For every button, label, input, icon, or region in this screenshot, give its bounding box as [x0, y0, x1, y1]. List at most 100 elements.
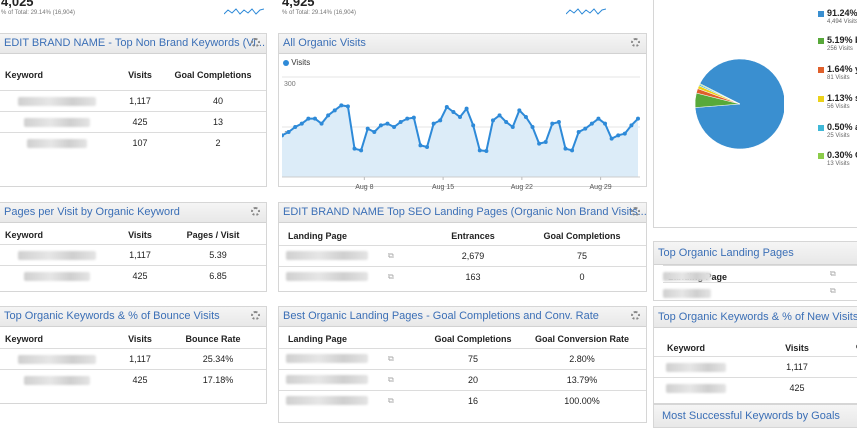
data-point[interactable] [392, 125, 397, 129]
pie-legend-item[interactable]: 1.13% s 56 Visits [818, 93, 857, 110]
data-point[interactable] [464, 106, 469, 111]
data-point[interactable] [537, 141, 542, 146]
data-point[interactable] [530, 125, 535, 129]
column-header-entrances[interactable]: Entrances [428, 227, 518, 245]
widget-new-visits-title[interactable]: Top Organic Keywords & % of New Visits [654, 307, 857, 328]
column-header-goal-completions[interactable]: Goal Completions [518, 227, 646, 245]
data-point[interactable] [550, 121, 555, 126]
table-row[interactable]: 1,117 [654, 355, 857, 377]
data-point[interactable] [543, 140, 548, 144]
data-point[interactable] [629, 123, 634, 128]
column-header-visits[interactable]: Visits [772, 340, 822, 356]
data-point[interactable] [583, 126, 588, 131]
data-point[interactable] [326, 113, 331, 118]
data-point[interactable] [359, 148, 364, 153]
data-point[interactable] [286, 130, 291, 134]
column-header-percent[interactable]: % [822, 340, 857, 356]
data-point[interactable] [312, 116, 317, 121]
data-point[interactable] [352, 146, 357, 151]
table-row[interactable]: 425 13 [0, 110, 266, 132]
table-row[interactable]: 425 [654, 376, 857, 398]
data-point[interactable] [523, 115, 528, 119]
data-point[interactable] [319, 121, 324, 126]
column-header-keyword[interactable]: Keyword [654, 340, 772, 356]
table-row[interactable]: 1,117 25.34% [0, 347, 266, 369]
data-point[interactable] [622, 131, 627, 136]
data-point[interactable] [576, 130, 581, 134]
table-row[interactable]: ⧉ 16 100.00% [279, 389, 646, 411]
data-point[interactable] [510, 125, 515, 129]
table-row[interactable]: ⧉ 20 13.79% [279, 368, 646, 390]
table-row[interactable]: 1,117 40 [0, 89, 266, 111]
column-header-pages-per-visit[interactable]: Pages / Visit [170, 226, 266, 244]
data-point[interactable] [570, 148, 575, 153]
external-link-icon[interactable]: ⧉ [388, 272, 394, 281]
data-point[interactable] [556, 120, 561, 124]
data-point[interactable] [299, 121, 304, 126]
pie-legend-item[interactable]: 1.64% y 81 Visits [818, 64, 857, 81]
pie-chart[interactable] [654, 38, 784, 178]
data-point[interactable] [418, 143, 423, 148]
widget-top-landing-title[interactable]: Top Organic Landing Pages [654, 242, 857, 265]
external-link-icon[interactable]: ⧉ [830, 286, 836, 296]
data-point[interactable] [490, 118, 495, 123]
data-point[interactable] [438, 118, 443, 123]
table-row[interactable]: ⧉ 75 2.80% [279, 347, 646, 369]
data-point[interactable] [332, 108, 337, 113]
data-point[interactable] [405, 116, 410, 121]
table-row[interactable]: ⧉ 2,679 75 [279, 244, 646, 266]
data-point[interactable] [372, 130, 377, 134]
widget-pages-per-visit-title[interactable]: Pages per Visit by Organic Keyword [0, 203, 266, 223]
column-header-landing-page[interactable]: Landing Page [279, 227, 428, 245]
gear-icon[interactable] [631, 38, 640, 47]
list-item[interactable]: ⧉ [663, 282, 857, 300]
column-header-landing-page[interactable]: Landing Page [279, 330, 428, 348]
data-point[interactable] [444, 105, 449, 109]
data-point[interactable] [451, 110, 456, 114]
external-link-icon[interactable]: ⧉ [388, 251, 394, 260]
column-header-bounce-rate[interactable]: Bounce Rate [170, 330, 266, 348]
gear-icon[interactable] [251, 38, 260, 47]
data-point[interactable] [471, 123, 476, 128]
data-point[interactable] [616, 133, 621, 138]
table-row[interactable]: 107 2 [0, 131, 266, 153]
gear-icon[interactable] [631, 207, 640, 216]
column-header-conversion-rate[interactable]: Goal Conversion Rate [518, 330, 646, 348]
data-point[interactable] [293, 125, 298, 129]
data-point[interactable] [458, 115, 462, 119]
external-link-icon[interactable]: ⧉ [830, 269, 836, 279]
data-point[interactable] [365, 126, 370, 131]
pie-legend-item[interactable]: 5.19% b256 Visits [818, 35, 857, 52]
external-link-icon[interactable]: ⧉ [388, 354, 394, 363]
table-row[interactable]: 425 17.18% [0, 368, 266, 390]
data-point[interactable] [589, 121, 594, 126]
list-item[interactable]: ⧉ [663, 265, 857, 283]
column-header-keyword[interactable]: Keyword [0, 226, 110, 244]
column-header-goal-completions[interactable]: Goal Completions [170, 60, 266, 90]
column-header-keyword[interactable]: Keyword [0, 330, 110, 348]
gear-icon[interactable] [251, 207, 260, 216]
table-row[interactable]: 425 6.85 [0, 264, 266, 286]
column-header-visits[interactable]: Visits [110, 60, 170, 90]
data-point[interactable] [609, 136, 614, 141]
data-point[interactable] [636, 116, 640, 121]
data-point[interactable] [306, 116, 311, 121]
data-point[interactable] [477, 148, 482, 153]
pie-legend-item[interactable]: 0.50% a 25 Visits [818, 122, 857, 139]
table-row[interactable]: 1,117 5.39 [0, 243, 266, 265]
data-point[interactable] [398, 120, 403, 124]
pie-legend-item[interactable]: 91.24% 4,494 Visits [818, 8, 857, 25]
external-link-icon[interactable]: ⧉ [388, 396, 394, 405]
widget-seo-landing-title[interactable]: EDIT BRAND NAME Top SEO Landing Pages (O… [279, 203, 646, 223]
column-header-keyword[interactable]: Keyword [0, 60, 110, 90]
data-point[interactable] [411, 115, 416, 120]
data-point[interactable] [339, 103, 344, 108]
data-point[interactable] [425, 145, 430, 149]
data-point[interactable] [504, 120, 509, 124]
gear-icon[interactable] [251, 311, 260, 320]
organic-visits-chart[interactable]: 150300Aug 8Aug 15Aug 22Aug 29 [282, 73, 642, 195]
widget-most-successful-title[interactable]: Most Successful Keywords by Goals [653, 404, 857, 428]
data-point[interactable] [345, 104, 350, 109]
data-point[interactable] [497, 113, 502, 118]
column-header-visits[interactable]: Visits [110, 330, 170, 348]
